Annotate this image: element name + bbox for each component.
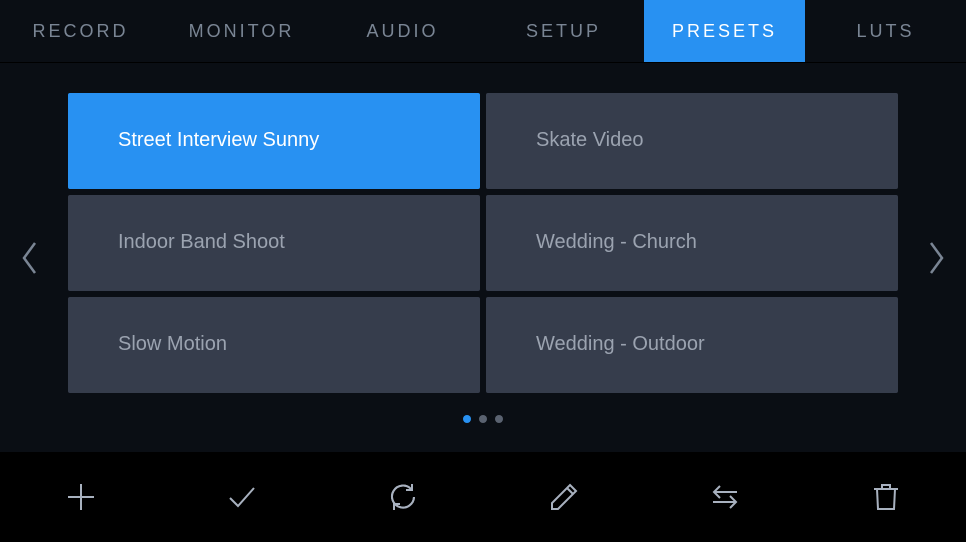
preset-grid: Street Interview Sunny Skate Video Indoo… [68,93,898,393]
preset-item[interactable]: Skate Video [486,93,898,189]
next-page-button[interactable] [906,240,966,276]
trash-icon [870,481,902,513]
tab-presets[interactable]: PRESETS [644,0,805,62]
delete-button[interactable] [805,481,966,513]
page-dot[interactable] [479,415,487,423]
preset-item[interactable]: Wedding - Outdoor [486,297,898,393]
swap-button[interactable] [644,481,805,513]
tab-monitor[interactable]: MONITOR [161,0,322,62]
top-tab-bar: RECORD MONITOR AUDIO SETUP PRESETS LUTS [0,0,966,63]
preset-label: Wedding - Outdoor [536,333,705,356]
page-dot[interactable] [463,415,471,423]
refresh-icon [387,481,419,513]
tab-record[interactable]: RECORD [0,0,161,62]
swap-icon [709,481,741,513]
chevron-left-icon [20,240,40,276]
check-icon [226,481,258,513]
confirm-button[interactable] [161,481,322,513]
preset-label: Slow Motion [118,333,227,356]
pencil-icon [548,481,580,513]
prev-page-button[interactable] [0,240,60,276]
preset-item[interactable]: Indoor Band Shoot [68,195,480,291]
main-content: Street Interview Sunny Skate Video Indoo… [0,63,966,452]
refresh-button[interactable] [322,481,483,513]
preset-label: Skate Video [536,129,644,152]
tab-audio[interactable]: AUDIO [322,0,483,62]
plus-icon [65,481,97,513]
preset-item[interactable]: Wedding - Church [486,195,898,291]
preset-label: Wedding - Church [536,231,697,254]
add-button[interactable] [0,481,161,513]
bottom-toolbar [0,452,966,542]
preset-label: Indoor Band Shoot [118,231,285,254]
tab-luts[interactable]: LUTS [805,0,966,62]
preset-item[interactable]: Street Interview Sunny [68,93,480,189]
preset-item[interactable]: Slow Motion [68,297,480,393]
pagination-dots [463,415,503,423]
tab-setup[interactable]: SETUP [483,0,644,62]
preset-content-area: Street Interview Sunny Skate Video Indoo… [60,93,906,423]
preset-label: Street Interview Sunny [118,129,319,152]
page-dot[interactable] [495,415,503,423]
chevron-right-icon [926,240,946,276]
edit-button[interactable] [483,481,644,513]
